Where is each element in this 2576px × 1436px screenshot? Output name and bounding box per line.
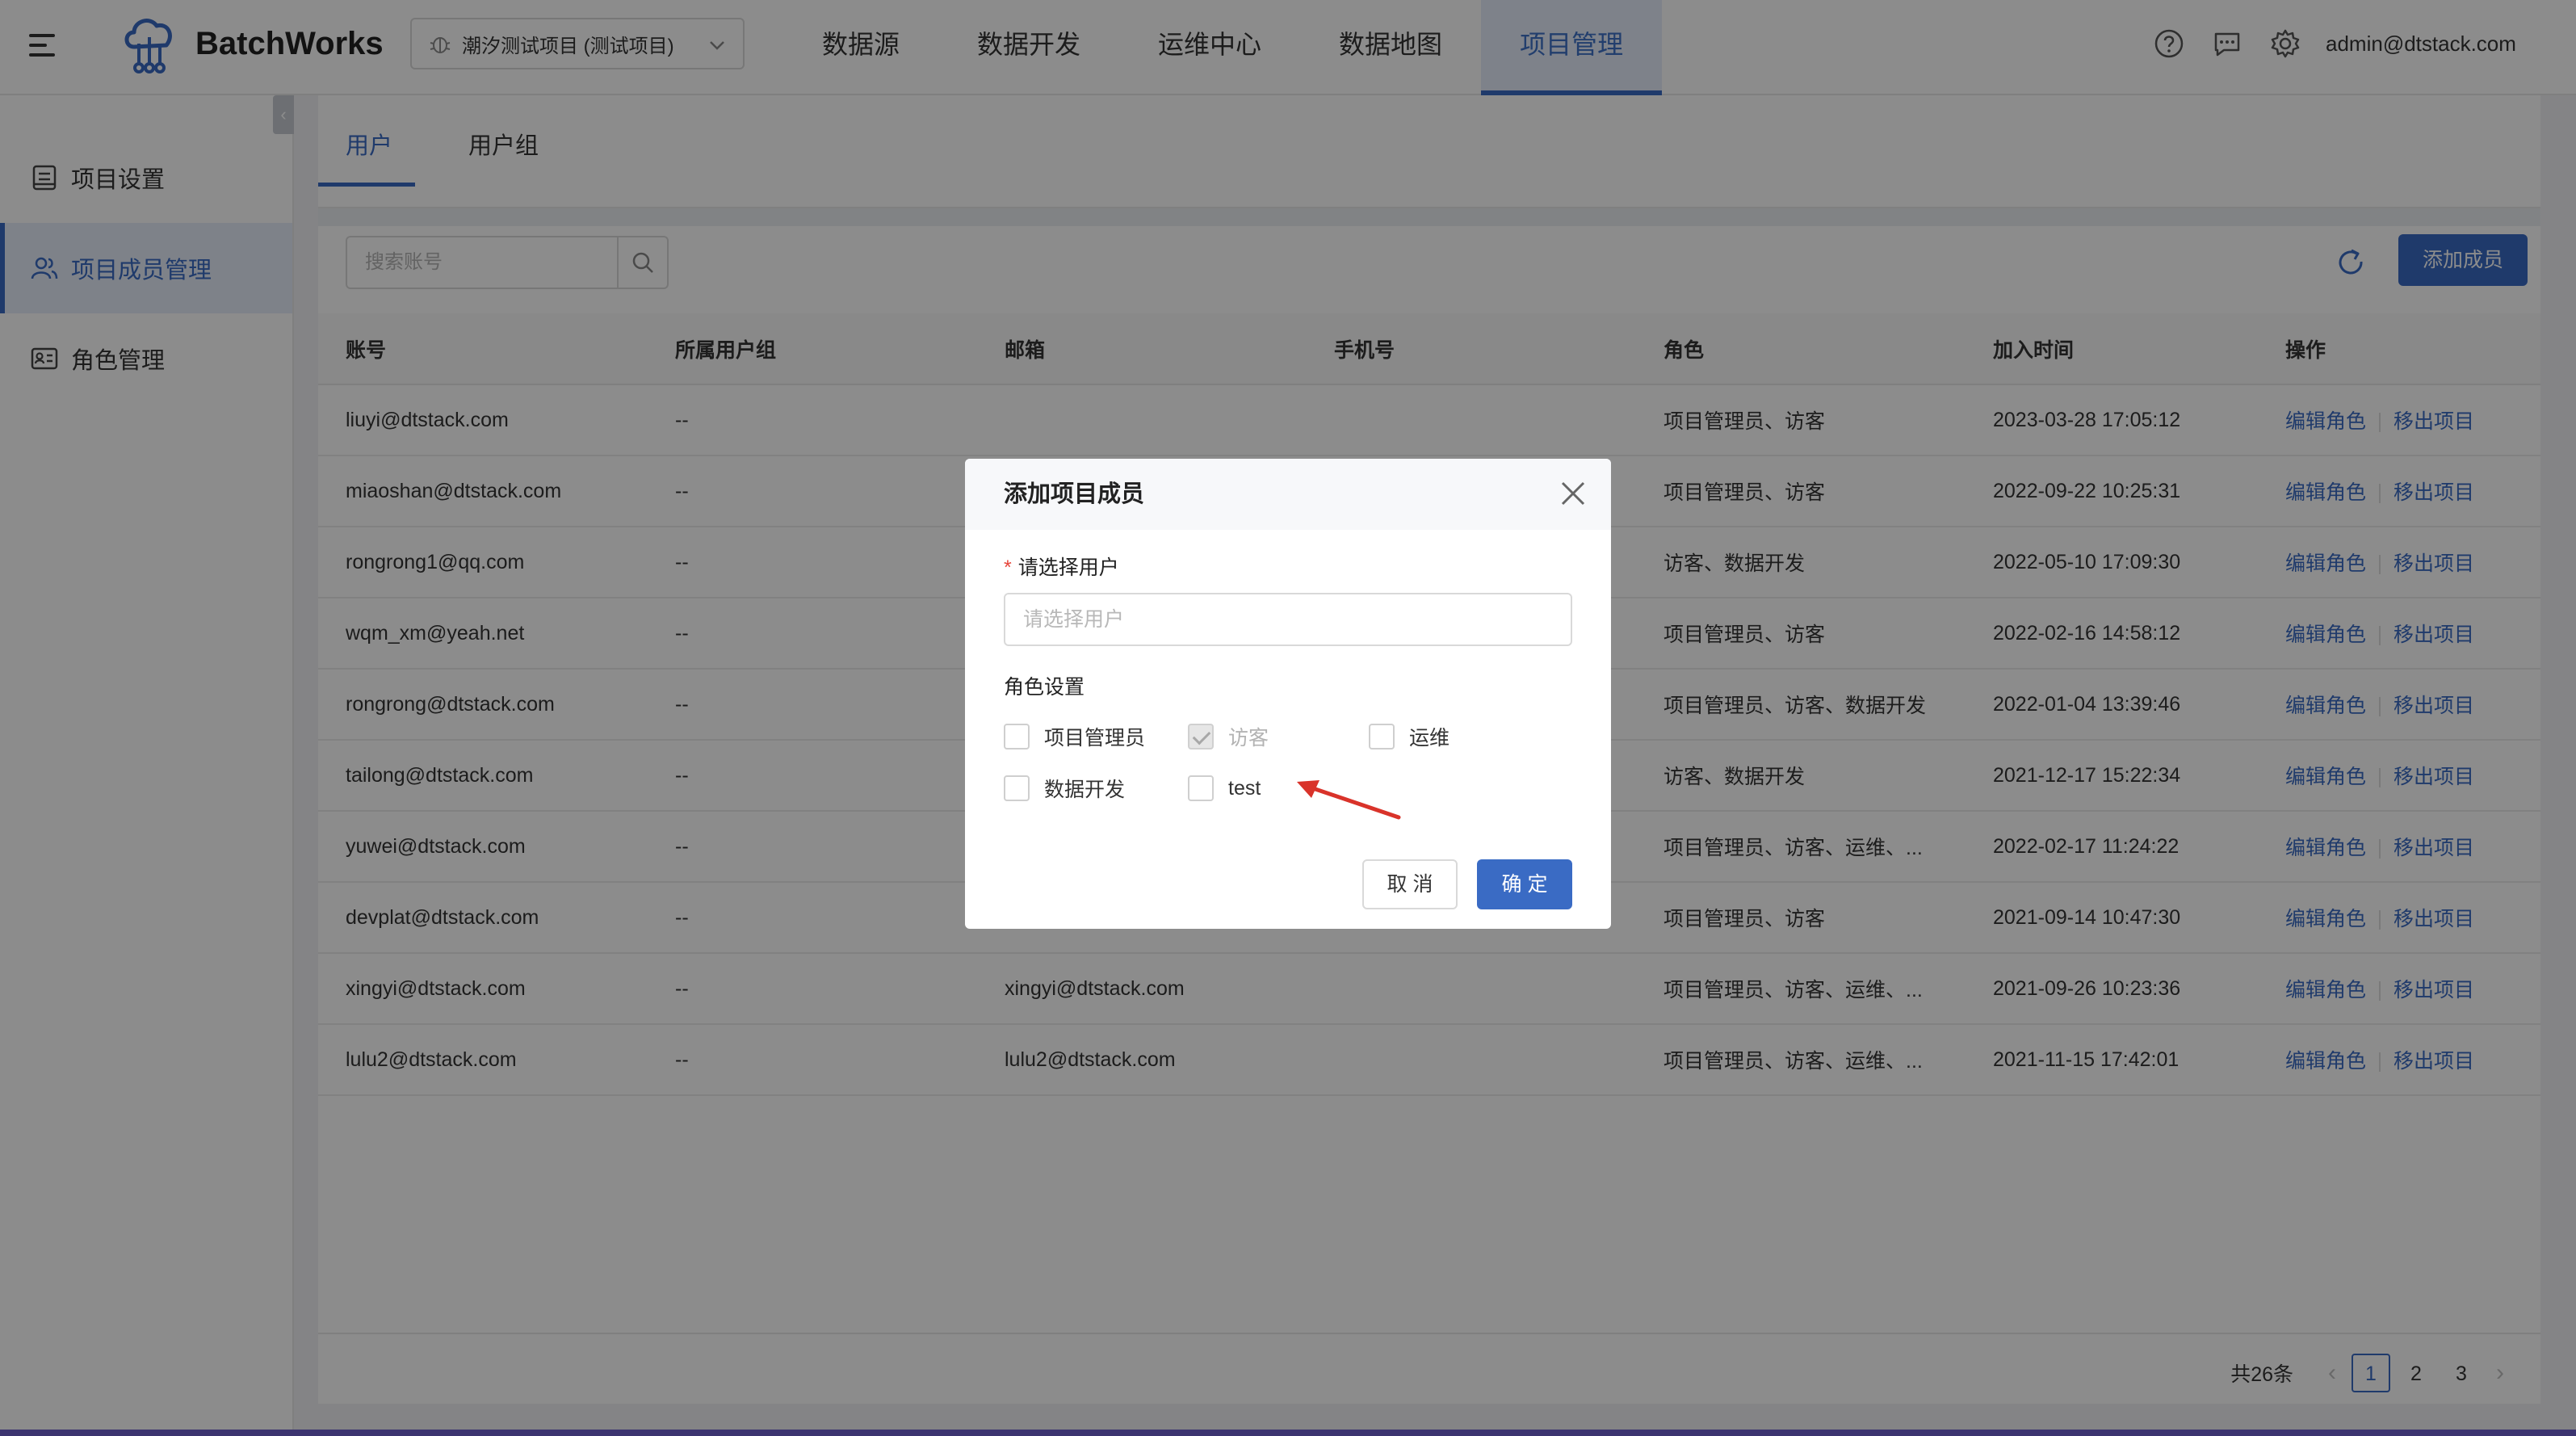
window-bottom-edge	[0, 1430, 2576, 1436]
user-select-input[interactable]	[1004, 593, 1572, 646]
confirm-button[interactable]: 确 定	[1477, 859, 1572, 909]
role-checkbox-test[interactable]: test	[1188, 772, 1261, 804]
checkbox-box-checked	[1188, 724, 1214, 749]
modal-title: 添加项目成员	[1004, 481, 1145, 507]
add-member-modal: 添加项目成员 *请选择用户 角色设置 项目管理员 访客 运维 数据开发 test…	[965, 459, 1611, 929]
role-checkbox-guest: 访客	[1188, 720, 1269, 753]
cancel-button[interactable]: 取 消	[1362, 859, 1458, 909]
checkbox-box[interactable]	[1004, 775, 1030, 801]
checkbox-box[interactable]	[1369, 724, 1395, 749]
annotation-arrow-icon	[1297, 780, 1401, 820]
user-field-label-text: 请选择用户	[1017, 556, 1119, 579]
role-checkbox-data-dev[interactable]: 数据开发	[1004, 772, 1125, 804]
close-icon[interactable]	[1556, 477, 1590, 510]
role-checkbox-label: 数据开发	[1044, 779, 1126, 801]
role-checkbox-label: 运维	[1409, 727, 1450, 749]
checkbox-box[interactable]	[1004, 724, 1030, 749]
role-checkbox-project-admin[interactable]: 项目管理员	[1004, 720, 1145, 753]
role-checkbox-label: 项目管理员	[1044, 727, 1146, 749]
role-checkbox-label: 访客	[1228, 727, 1269, 749]
role-checkbox-label: test	[1228, 776, 1261, 800]
user-field-label: * 请选择用户	[1004, 554, 1119, 582]
required-mark: *	[1004, 556, 1012, 579]
roles-field-label: 角色设置	[1004, 676, 1085, 699]
checkbox-box[interactable]	[1188, 775, 1214, 801]
modal-header: 添加项目成员	[965, 459, 1611, 530]
role-checkbox-ops[interactable]: 运维	[1369, 720, 1450, 753]
